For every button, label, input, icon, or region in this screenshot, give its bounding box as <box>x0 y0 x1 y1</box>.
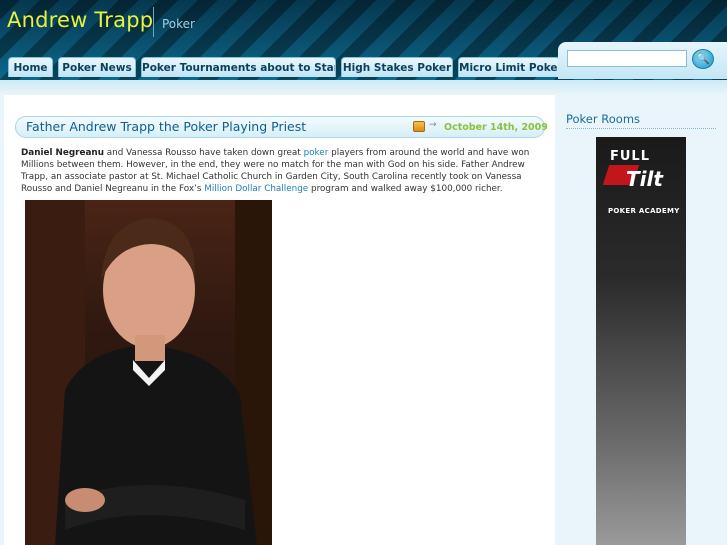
title-divider <box>153 7 154 37</box>
post-text: program and walked away $100,000 richer. <box>308 184 503 194</box>
search-input[interactable] <box>567 50 687 67</box>
nav-micro-limit-poker[interactable]: Micro Limit Poker <box>458 57 560 77</box>
nav-home[interactable]: Home <box>8 57 53 77</box>
search-panel: 🔍 <box>558 42 727 79</box>
search-button[interactable]: 🔍 <box>692 49 714 69</box>
post-text: and Vanessa Rousso have taken down great <box>103 148 304 158</box>
nav-poker-news[interactable]: Poker News <box>58 57 136 77</box>
banner-logo-academy: POKER ACADEMY <box>608 207 680 215</box>
hand <box>65 488 105 512</box>
arrow-right-icon: → <box>429 120 437 130</box>
poker-link[interactable]: poker <box>304 148 329 158</box>
post-date: October 14th, 2009 <box>444 122 548 133</box>
post-bold-name: Daniel Negreanu <box>21 148 104 158</box>
banner-logo-tilt: Tilt <box>626 167 663 191</box>
priest-photo-art <box>25 200 272 545</box>
post-body: Daniel Negreanu and Vanessa Rousso have … <box>21 147 541 195</box>
site-header: Andrew Trapp Poker Home Poker News Poker… <box>0 0 727 80</box>
calendar-icon <box>413 121 425 132</box>
neck <box>135 335 165 361</box>
banner-logo-full: FULL <box>610 149 651 164</box>
post-title[interactable]: Father Andrew Trapp the Poker Playing Pr… <box>26 119 306 134</box>
sidebar-divider <box>566 128 716 129</box>
sidebar-title: Poker Rooms <box>566 112 641 126</box>
post-title-bar: Father Andrew Trapp the Poker Playing Pr… <box>15 116 548 138</box>
main-content: Father Andrew Trapp the Poker Playing Pr… <box>4 95 555 545</box>
priest-photo <box>25 200 272 545</box>
site-title[interactable]: Andrew Trapp <box>7 8 153 32</box>
full-tilt-banner[interactable]: FULL Tilt POKER ACADEMY <box>596 137 686 545</box>
nav-poker-tournaments[interactable]: Poker Tournaments about to Start <box>141 57 336 77</box>
million-dollar-challenge-link[interactable]: Million Dollar Challenge <box>204 184 308 194</box>
search-icon: 🔍 <box>696 52 710 65</box>
nav-high-stakes-poker[interactable]: High Stakes Poker <box>341 57 453 77</box>
header-band <box>0 80 727 95</box>
sidebar: Poker Rooms FULL Tilt POKER ACADEMY <box>566 95 727 545</box>
site-tagline: Poker <box>162 17 195 31</box>
